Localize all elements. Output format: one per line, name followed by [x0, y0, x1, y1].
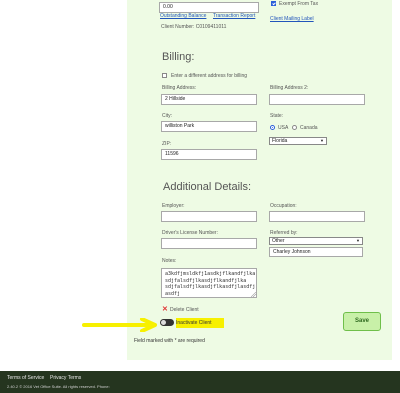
billing-address2-input[interactable] [269, 94, 365, 105]
referred-by-label: Referred by: [270, 230, 298, 236]
additional-details-title: Additional Details: [163, 181, 252, 193]
country-usa-label: USA [278, 125, 289, 131]
city-label: City: [162, 113, 172, 119]
footer: Terms of Service Privacy Terms 2.40.2 © … [0, 371, 400, 393]
client-mailing-label-link[interactable]: Client Mailing Label [270, 16, 314, 22]
employer-label: Employer: [162, 203, 185, 209]
occupation-input[interactable] [269, 211, 365, 222]
billing-address-input[interactable]: 2 Hillside [161, 94, 257, 105]
state-select[interactable]: Florida ▼ [269, 137, 327, 145]
highlight-arrow-icon [82, 318, 157, 332]
zip-input[interactable]: 11596 [161, 149, 257, 160]
resize-grip-icon[interactable] [251, 292, 256, 297]
referred-by-select[interactable]: Other ▼ [269, 237, 363, 245]
referred-by-name-input[interactable]: Charley Johnson [269, 247, 363, 257]
delete-client-link[interactable]: Delete Client [170, 307, 199, 313]
referred-by-select-value: Other [272, 238, 285, 244]
client-number: Client Number: C0109411011 [161, 24, 227, 30]
state-label: State: [270, 113, 284, 119]
exempt-from-tax-checkbox[interactable] [271, 1, 276, 6]
billing-section-title: Billing: [162, 51, 195, 63]
inactivate-client-label[interactable]: Inactivate Client [176, 320, 212, 326]
state-select-value: Florida [272, 138, 288, 144]
country-usa-radio[interactable] [270, 125, 275, 130]
country-canada-radio[interactable] [292, 125, 297, 130]
zip-label: ZIP: [162, 141, 172, 147]
drivers-license-input[interactable] [161, 238, 257, 249]
delete-x-icon[interactable]: ✕ [162, 305, 168, 313]
toggle-knob [161, 320, 166, 325]
employer-input[interactable] [161, 211, 257, 222]
drivers-license-label: Driver's License Number: [162, 230, 218, 236]
different-billing-address-label: Enter a different address for billing [171, 73, 248, 79]
terms-of-service-link[interactable]: Terms of Service [7, 375, 44, 381]
different-billing-address-checkbox[interactable] [162, 73, 167, 78]
save-button[interactable]: Save [343, 312, 381, 331]
balance-field[interactable]: 0.00 [159, 2, 259, 13]
billing-address2-label: Billing Address 2: [270, 85, 309, 91]
notes-textarea[interactable]: a3kdfjmsldkfj1asdkjflkandfjlka sdjfalsdf… [161, 268, 257, 298]
exempt-from-tax-label: Exempt From Tax [279, 1, 319, 7]
required-fields-note: Field marked with * are required [134, 338, 205, 344]
footer-copyright: 2.40.2 © 2016 Vet Office Suite. All righ… [7, 384, 110, 389]
country-canada-label: Canada [300, 125, 318, 131]
transaction-report-link[interactable]: Transaction Report [213, 13, 255, 19]
toggle-switch-icon[interactable] [160, 319, 174, 326]
billing-address-label: Billing Address: [162, 85, 197, 91]
privacy-terms-link[interactable]: Privacy Terms [50, 375, 81, 381]
caret-down-icon: ▼ [356, 238, 360, 243]
occupation-label: Occupation: [270, 203, 297, 209]
notes-label: Notes: [162, 258, 177, 264]
city-input[interactable]: williston Park [161, 121, 257, 132]
caret-down-icon: ▼ [320, 138, 324, 143]
outstanding-balance-link[interactable]: Outstanding Balance [160, 13, 206, 19]
